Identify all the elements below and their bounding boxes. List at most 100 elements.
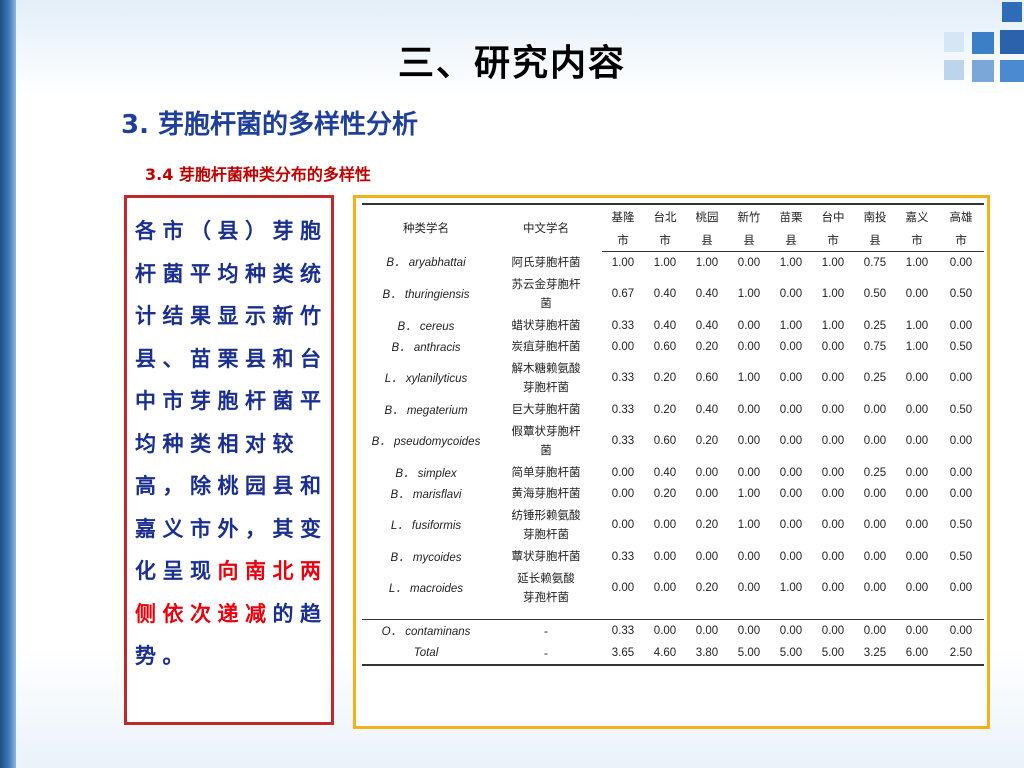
value-cell: 0.20 <box>653 403 677 416</box>
value-cell: 0.00 <box>737 466 761 479</box>
value-cell: 0.00 <box>653 519 677 531</box>
value-cell: 0.50 <box>949 340 973 353</box>
value-cell: 0.00 <box>863 519 887 531</box>
value-cell: 2.50 <box>938 642 984 666</box>
chinese-name-line: 阿氏芽胞杆菌 <box>511 254 581 269</box>
value-cell: 0.00 <box>779 288 803 300</box>
header-region-top: 嘉义 <box>896 203 938 229</box>
species-scientific-name: B． marisflavi <box>390 488 462 501</box>
value-cell: 0.40 <box>695 288 719 300</box>
header-region-bottom: 市 <box>602 229 644 252</box>
value-cell: 0.00 <box>949 435 973 447</box>
species-chinese-name: 黄海芽胞杆菌 <box>490 483 602 504</box>
chinese-name-line: 芽孢杆菌 <box>523 590 569 604</box>
table-row: Total -3.65 4.60 3.80 5.00 5.00 5.00 3.25 6.00 2.… <box>362 642 984 666</box>
value-cell: 5.00 <box>812 642 854 666</box>
chinese-name-line: 蕈状芽胞杆菌 <box>511 549 581 563</box>
value-cell: 0.00 <box>905 625 929 637</box>
value-cell: 0.00 <box>779 550 803 563</box>
chinese-name-line: 菌 <box>540 443 552 457</box>
value-cell: 0.00 <box>737 625 761 637</box>
value-cell: 0.00 <box>737 319 761 332</box>
subsection-heading: 3.4 芽胞杆菌种类分布的多样性 <box>145 165 371 184</box>
value-cell: 0.67 <box>611 288 635 300</box>
value-cell: 1.00 <box>821 256 845 269</box>
value-cell: 1.00 <box>737 372 761 384</box>
value-cell: 0.00 <box>863 550 887 563</box>
species-chinese-name: 巨大芽胞杆菌 <box>490 399 602 420</box>
value-cell: 5.00 <box>728 642 770 666</box>
value-cell: 0.20 <box>695 582 719 594</box>
value-cell: 0.33 <box>611 625 635 637</box>
table-row: B． thuringiensis 苏云金芽胞杆菌 0.67 0.40 0.40 1.00 0… <box>362 273 984 315</box>
diversity-table: 种类学名 中文学名 基隆 台北 桃园 新竹 苗栗 台中 南投 嘉义 高雄市市县县县市县市市 B． a… <box>362 203 984 666</box>
value-cell: 0.00 <box>653 582 677 594</box>
value-cell: 0.00 <box>949 625 973 637</box>
header-region-top: 新竹 <box>728 203 770 229</box>
value-cell: 0.00 <box>821 372 845 384</box>
species-scientific-name: B． anthracis <box>391 341 461 354</box>
header-region-bottom: 县 <box>728 229 770 252</box>
species-scientific-name: L． macroides <box>388 583 464 595</box>
table-row: L． xylanilyticus 解木糖赖氨酸 芽胞杆菌 0.33 0.20 0.60 1.… <box>362 357 984 399</box>
value-cell: 1.00 <box>779 256 803 269</box>
value-cell: 0.40 <box>695 403 719 416</box>
value-cell: 0.00 <box>611 340 635 353</box>
value-cell: 1.00 <box>611 256 635 269</box>
value-cell: 0.00 <box>821 625 845 637</box>
header-region-top: 台中 <box>812 203 854 229</box>
header-region-top: 苗栗 <box>770 203 812 229</box>
header-region-bottom: 县 <box>686 229 728 252</box>
value-cell: 0.00 <box>905 403 929 416</box>
header-species-name: 种类学名 <box>362 203 490 252</box>
value-cell: 0.00 <box>949 372 973 384</box>
slide-title: 三、研究内容 <box>397 43 626 84</box>
slide-left-accent-bar <box>0 0 16 768</box>
value-cell: 0.00 <box>821 550 845 563</box>
value-cell: 3.65 <box>602 642 644 666</box>
species-chinese-name: 纺锤形赖氨酸 芽胞杆菌 <box>490 504 602 546</box>
value-cell: 0.00 <box>905 582 929 594</box>
value-cell: 0.60 <box>653 435 677 447</box>
value-cell: 6.00 <box>896 642 938 666</box>
value-cell: 0.00 <box>949 319 973 332</box>
header-region-top: 高雄 <box>938 203 984 229</box>
value-cell: 0.25 <box>863 372 887 384</box>
value-cell: 0.00 <box>863 625 887 637</box>
header-chinese-name: 中文学名 <box>490 203 602 252</box>
species-chinese-name: - <box>490 620 602 643</box>
value-cell: 0.25 <box>863 319 887 332</box>
chinese-name-line: 纺锤形赖氨酸 <box>511 508 581 522</box>
chinese-name-line: 苏云金芽胞杆 <box>511 277 581 291</box>
species-chinese-name: 蕈状芽胞杆菌 <box>490 546 602 567</box>
table-row: B． anthracis 炭疽芽胞杆菌 0.00 0.60 0.20 0.00 0.00 0.… <box>362 336 984 357</box>
value-cell: 0.00 <box>949 582 973 594</box>
value-cell: 0.00 <box>905 466 929 479</box>
species-chinese-name: 炭疽芽胞杆菌 <box>490 336 602 357</box>
table-row: B． aryabhattai 阿氏芽胞杆菌 1.00 1.00 1.00 0.00 1.00… <box>362 252 984 274</box>
deco-square <box>1002 2 1022 22</box>
value-cell: 0.00 <box>737 435 761 447</box>
value-cell: 1.00 <box>821 288 845 300</box>
value-cell: 1.00 <box>779 582 803 594</box>
value-cell: 0.00 <box>821 582 845 594</box>
value-cell: 0.00 <box>863 435 887 447</box>
value-cell: 0.00 <box>737 340 761 353</box>
table-row: B． simplex 简单芽胞杆菌 0.00 0.40 0.00 0.00 0.00 0.00… <box>362 462 984 483</box>
value-cell: 0.00 <box>905 288 929 300</box>
species-chinese-name: 延长赖氨酸 芽孢杆菌 <box>490 567 602 609</box>
value-cell: 0.40 <box>653 466 677 479</box>
value-cell: 0.00 <box>737 256 761 269</box>
value-cell: 0.33 <box>611 372 635 384</box>
header-region-bottom: 市 <box>812 229 854 252</box>
chinese-name-line: 黄海芽胞杆菌 <box>511 486 581 500</box>
value-cell: 0.50 <box>949 403 973 416</box>
header-region-top: 台北 <box>644 203 686 229</box>
value-cell: 0.40 <box>653 319 677 332</box>
species-scientific-name: B． pseudomycoides <box>371 436 481 448</box>
value-cell: 4.60 <box>644 642 686 666</box>
value-cell: 3.25 <box>854 642 896 666</box>
header-region-bottom: 市 <box>644 229 686 252</box>
value-cell: 0.00 <box>611 519 635 531</box>
value-cell: 0.60 <box>653 340 677 353</box>
